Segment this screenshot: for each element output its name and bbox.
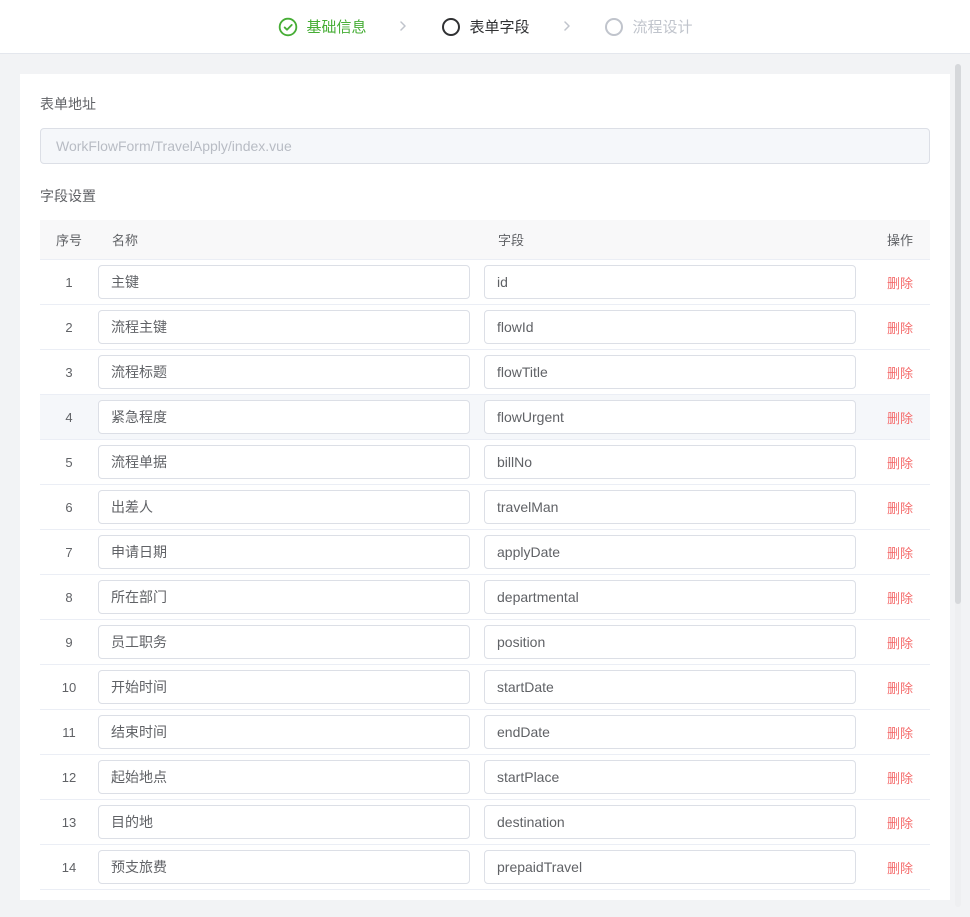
step-flow-design[interactable]: 流程设计 bbox=[604, 16, 693, 37]
row-index: 6 bbox=[40, 485, 98, 530]
table-row: 3 删除 bbox=[40, 350, 930, 395]
delete-button[interactable]: 删除 bbox=[887, 456, 913, 471]
delete-button[interactable]: 删除 bbox=[887, 771, 913, 786]
table-row: 12 删除 bbox=[40, 755, 930, 800]
field-input[interactable] bbox=[484, 670, 856, 704]
delete-button[interactable]: 删除 bbox=[887, 276, 913, 291]
delete-button[interactable]: 删除 bbox=[887, 861, 913, 876]
row-index: 1 bbox=[40, 260, 98, 305]
name-input[interactable] bbox=[98, 355, 470, 389]
table-row: 10 删除 bbox=[40, 665, 930, 710]
row-index: 13 bbox=[40, 800, 98, 845]
field-input[interactable] bbox=[484, 535, 856, 569]
row-index: 4 bbox=[40, 395, 98, 440]
step-form-fields[interactable]: 表单字段 bbox=[440, 16, 529, 37]
field-table: 序号 名称 字段 操作 1删除2删除3删除4删除5删除6删除7删除8删除9删除1… bbox=[40, 220, 930, 890]
table-row: 1 删除 bbox=[40, 260, 930, 305]
name-input[interactable] bbox=[98, 760, 470, 794]
name-input[interactable] bbox=[98, 670, 470, 704]
row-index: 11 bbox=[40, 710, 98, 755]
step-header: 基础信息 表单字段 流程设计 bbox=[0, 0, 970, 54]
delete-button[interactable]: 删除 bbox=[887, 501, 913, 516]
col-header-name: 名称 bbox=[98, 220, 484, 260]
row-index: 8 bbox=[40, 575, 98, 620]
name-input[interactable] bbox=[98, 445, 470, 479]
name-input[interactable] bbox=[98, 400, 470, 434]
field-input[interactable] bbox=[484, 805, 856, 839]
row-index: 7 bbox=[40, 530, 98, 575]
row-index: 12 bbox=[40, 755, 98, 800]
table-row: 7 删除 bbox=[40, 530, 930, 575]
field-input[interactable] bbox=[484, 715, 856, 749]
name-input[interactable] bbox=[98, 535, 470, 569]
step-label: 基础信息 bbox=[306, 16, 366, 37]
delete-button[interactable]: 删除 bbox=[887, 726, 913, 741]
name-input[interactable] bbox=[98, 310, 470, 344]
name-input[interactable] bbox=[98, 805, 470, 839]
table-row: 11 删除 bbox=[40, 710, 930, 755]
delete-button[interactable]: 删除 bbox=[887, 816, 913, 831]
form-address-input bbox=[40, 128, 930, 164]
name-input[interactable] bbox=[98, 490, 470, 524]
name-input[interactable] bbox=[98, 715, 470, 749]
circle-icon bbox=[440, 16, 461, 37]
field-input[interactable] bbox=[484, 400, 856, 434]
row-index: 10 bbox=[40, 665, 98, 710]
table-row: 2 删除 bbox=[40, 305, 930, 350]
step-basic-info[interactable]: 基础信息 bbox=[277, 16, 366, 37]
field-input[interactable] bbox=[484, 490, 856, 524]
field-input[interactable] bbox=[484, 625, 856, 659]
field-input[interactable] bbox=[484, 310, 856, 344]
field-input[interactable] bbox=[484, 355, 856, 389]
delete-button[interactable]: 删除 bbox=[887, 546, 913, 561]
chevron-right-icon bbox=[558, 20, 576, 34]
row-index: 3 bbox=[40, 350, 98, 395]
field-input[interactable] bbox=[484, 580, 856, 614]
row-index: 9 bbox=[40, 620, 98, 665]
delete-button[interactable]: 删除 bbox=[887, 591, 913, 606]
page-body: 表单地址 字段设置 序号 名称 字段 操作 1 删除 2 删除 3 删除 4 删除 5 删除 6 删除… bbox=[0, 54, 970, 917]
col-header-field: 字段 bbox=[484, 220, 870, 260]
row-index: 5 bbox=[40, 440, 98, 485]
circle-icon bbox=[604, 16, 625, 37]
card: 表单地址 字段设置 序号 名称 字段 操作 1 删除 2 删除 3 删除 4 删除 5 删除 6 删除… bbox=[20, 74, 950, 900]
field-input[interactable] bbox=[484, 850, 856, 884]
step-label: 表单字段 bbox=[469, 16, 529, 37]
delete-button[interactable]: 删除 bbox=[887, 321, 913, 336]
field-input[interactable] bbox=[484, 265, 856, 299]
row-index: 14 bbox=[40, 845, 98, 890]
form-address-label: 表单地址 bbox=[40, 94, 930, 114]
name-input[interactable] bbox=[98, 625, 470, 659]
field-setting-label: 字段设置 bbox=[40, 186, 930, 206]
table-row: 9 删除 bbox=[40, 620, 930, 665]
field-input[interactable] bbox=[484, 445, 856, 479]
table-row: 8 删除 bbox=[40, 575, 930, 620]
delete-button[interactable]: 删除 bbox=[887, 636, 913, 651]
check-circle-icon bbox=[277, 16, 298, 37]
row-index: 2 bbox=[40, 305, 98, 350]
col-header-action: 操作 bbox=[870, 220, 930, 260]
table-row: 4 删除 bbox=[40, 395, 930, 440]
table-row: 5 删除 bbox=[40, 440, 930, 485]
delete-button[interactable]: 删除 bbox=[887, 411, 913, 426]
name-input[interactable] bbox=[98, 580, 470, 614]
step-label: 流程设计 bbox=[633, 16, 693, 37]
col-header-index: 序号 bbox=[40, 220, 98, 260]
table-row: 6 删除 bbox=[40, 485, 930, 530]
scrollbar[interactable] bbox=[955, 64, 961, 907]
table-row: 14 删除 bbox=[40, 845, 930, 890]
field-input[interactable] bbox=[484, 760, 856, 794]
name-input[interactable] bbox=[98, 265, 470, 299]
name-input[interactable] bbox=[98, 850, 470, 884]
chevron-right-icon bbox=[394, 20, 412, 34]
delete-button[interactable]: 删除 bbox=[887, 681, 913, 696]
table-row: 13 删除 bbox=[40, 800, 930, 845]
scrollbar-thumb[interactable] bbox=[955, 64, 961, 604]
delete-button[interactable]: 删除 bbox=[887, 366, 913, 381]
